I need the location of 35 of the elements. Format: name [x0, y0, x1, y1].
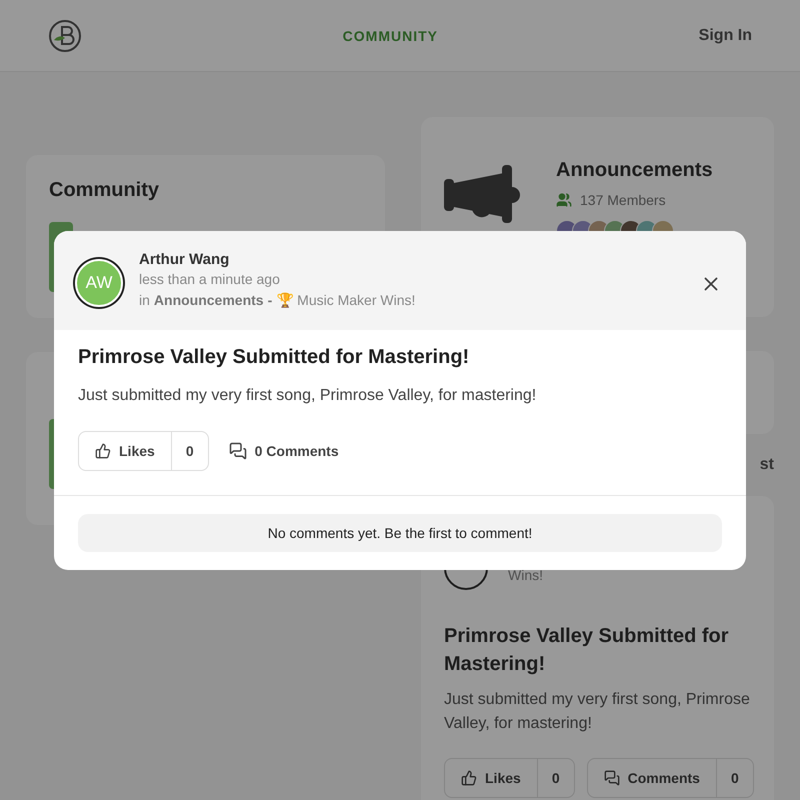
- separator: -: [268, 291, 272, 310]
- members-count: 137 Members: [580, 192, 666, 208]
- dialog-post-title: Primrose Valley Submitted for Mastering!: [78, 346, 470, 369]
- dialog-post-body: Just submitted my very first song, Primrose Valley, for mastering!: [78, 387, 538, 405]
- post-title: Primrose Valley Submitted for Mastering!: [444, 624, 730, 677]
- likes-count: 0: [536, 759, 574, 797]
- likes-label[interactable]: Likes: [79, 432, 171, 470]
- tab-label[interactable]: st: [760, 456, 774, 474]
- likes-label[interactable]: Likes: [445, 759, 537, 797]
- topic-label: 🏆 Music Maker Wins!: [276, 291, 416, 310]
- comments-button[interactable]: Comments 0: [586, 758, 754, 798]
- comments-button[interactable]: 0 Comments: [228, 442, 339, 460]
- empty-comments-message: No comments yet. Be the first to comment!: [78, 514, 722, 552]
- comments-icon: [228, 442, 247, 460]
- nav-link[interactable]: COMMUNITY: [342, 28, 438, 44]
- post-body: Just submitted my very first song, Primrose Valley, for mastering!: [444, 690, 751, 734]
- group-link[interactable]: Announcements: [154, 291, 264, 310]
- thumbs-up-icon: [95, 443, 111, 459]
- card-title: Community: [49, 179, 160, 202]
- post-time: less than a minute ago: [139, 270, 281, 289]
- logo-icon[interactable]: [48, 18, 82, 52]
- comments-label[interactable]: Comments: [588, 759, 716, 797]
- likes-count: 0: [170, 432, 208, 470]
- members-icon: [556, 192, 572, 208]
- comments-icon: [604, 770, 620, 786]
- in-label: in: [139, 291, 150, 310]
- likes-button[interactable]: Likes 0: [444, 758, 575, 798]
- author-avatar: AW: [75, 259, 123, 307]
- post-meta: Wins!: [508, 567, 543, 583]
- comments-count: 0: [716, 759, 753, 797]
- group-title: Announcements: [556, 159, 713, 182]
- sign-in-link[interactable]: Sign In: [698, 26, 752, 44]
- likes-button[interactable]: Likes 0: [78, 431, 209, 471]
- thumbs-up-icon: [461, 770, 477, 786]
- author-name[interactable]: Arthur Wang: [139, 251, 690, 268]
